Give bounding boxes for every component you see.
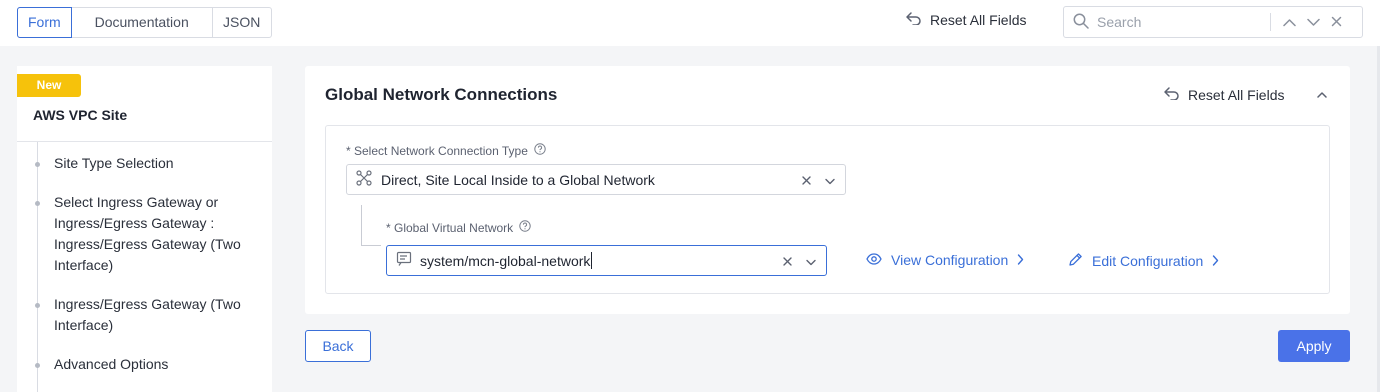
reset-icon [905, 11, 922, 28]
step-dot [35, 162, 40, 167]
section-title: Global Network Connections [325, 85, 558, 104]
pencil-icon [1068, 252, 1083, 270]
back-button[interactable]: Back [305, 330, 371, 362]
close-icon[interactable] [1331, 14, 1342, 30]
global-network-connections-card: Global Network Connections Reset All Fie… [305, 66, 1350, 314]
section-reset-label: Reset All Fields [1188, 86, 1285, 103]
new-badge: New [17, 74, 81, 97]
help-icon[interactable] [534, 143, 546, 158]
chevron-down-icon[interactable] [806, 253, 816, 269]
section-reset-button[interactable]: Reset All Fields [1163, 86, 1284, 103]
eye-icon [866, 252, 882, 268]
clear-icon[interactable] [783, 253, 792, 269]
chevron-down-icon[interactable] [825, 172, 835, 188]
sidebar-title: AWS VPC Site [33, 107, 128, 123]
connection-fields-panel: * Select Network Connection Type Direct,… [325, 125, 1330, 294]
sidebar-item-site-type-selection[interactable]: Site Type Selection [54, 153, 264, 174]
step-dot [35, 363, 40, 368]
step-dot [35, 303, 40, 308]
sidebar-item-ingress-egress-gateway[interactable]: Ingress/Egress Gateway (Two Interface) [54, 294, 264, 336]
connection-type-select[interactable]: Direct, Site Local Inside to a Global Ne… [346, 164, 846, 195]
collapse-section-button[interactable] [1317, 86, 1327, 102]
edit-configuration-link[interactable]: Edit Configuration [1068, 252, 1219, 270]
search-input[interactable] [1097, 14, 1267, 30]
step-dot [35, 201, 40, 206]
apply-button[interactable]: Apply [1278, 330, 1350, 362]
connection-type-value: Direct, Site Local Inside to a Global Ne… [381, 171, 655, 188]
search-field [1063, 6, 1363, 38]
steps-connector [37, 142, 38, 392]
view-tabs: Form Documentation JSON [17, 7, 272, 38]
tree-connector [361, 205, 362, 246]
connection-type-label-text: * Select Network Connection Type [346, 143, 528, 158]
global-virtual-network-label-text: * Global Virtual Network [386, 220, 514, 235]
search-icon [1073, 13, 1089, 32]
clear-icon[interactable] [802, 172, 811, 188]
connection-type-controls [802, 165, 835, 194]
chevron-down-icon[interactable] [1307, 14, 1320, 30]
reset-icon [1163, 86, 1180, 103]
reference-object-icon [396, 251, 412, 270]
reset-all-fields-button[interactable]: Reset All Fields [905, 11, 1026, 28]
edit-configuration-label: Edit Configuration [1092, 253, 1204, 269]
chevron-right-icon [1212, 253, 1219, 269]
help-icon[interactable] [519, 220, 531, 235]
chevron-right-icon [1017, 252, 1024, 268]
top-toolbar: Form Documentation JSON Reset All Fields [0, 0, 1380, 46]
tab-form[interactable]: Form [17, 7, 72, 38]
global-virtual-network-controls [783, 246, 816, 275]
chevron-up-icon [1317, 86, 1327, 102]
sidebar-item-advanced-options[interactable]: Advanced Options [54, 354, 264, 375]
tab-json[interactable]: JSON [213, 8, 271, 37]
connection-type-label: * Select Network Connection Type [346, 143, 546, 158]
global-virtual-network-label: * Global Virtual Network [386, 220, 531, 235]
tab-documentation[interactable]: Documentation [72, 8, 213, 37]
view-configuration-label: View Configuration [891, 252, 1009, 268]
global-virtual-network-select[interactable]: system/mcn-global-network [386, 245, 827, 276]
tree-connector [361, 245, 381, 246]
sidebar-divider [17, 141, 272, 142]
network-topology-icon [356, 170, 372, 189]
reset-all-fields-label: Reset All Fields [930, 11, 1027, 28]
chevron-up-icon[interactable] [1283, 14, 1296, 30]
sidebar-item-select-ingress-gateway[interactable]: Select Ingress Gateway or Ingress/Egress… [54, 192, 264, 276]
site-sidebar: New AWS VPC Site Site Type Selection Sel… [17, 66, 272, 392]
global-virtual-network-value: system/mcn-global-network [420, 252, 591, 269]
search-navigation [1270, 13, 1342, 31]
text-cursor [591, 252, 593, 269]
view-configuration-link[interactable]: View Configuration [866, 252, 1024, 268]
